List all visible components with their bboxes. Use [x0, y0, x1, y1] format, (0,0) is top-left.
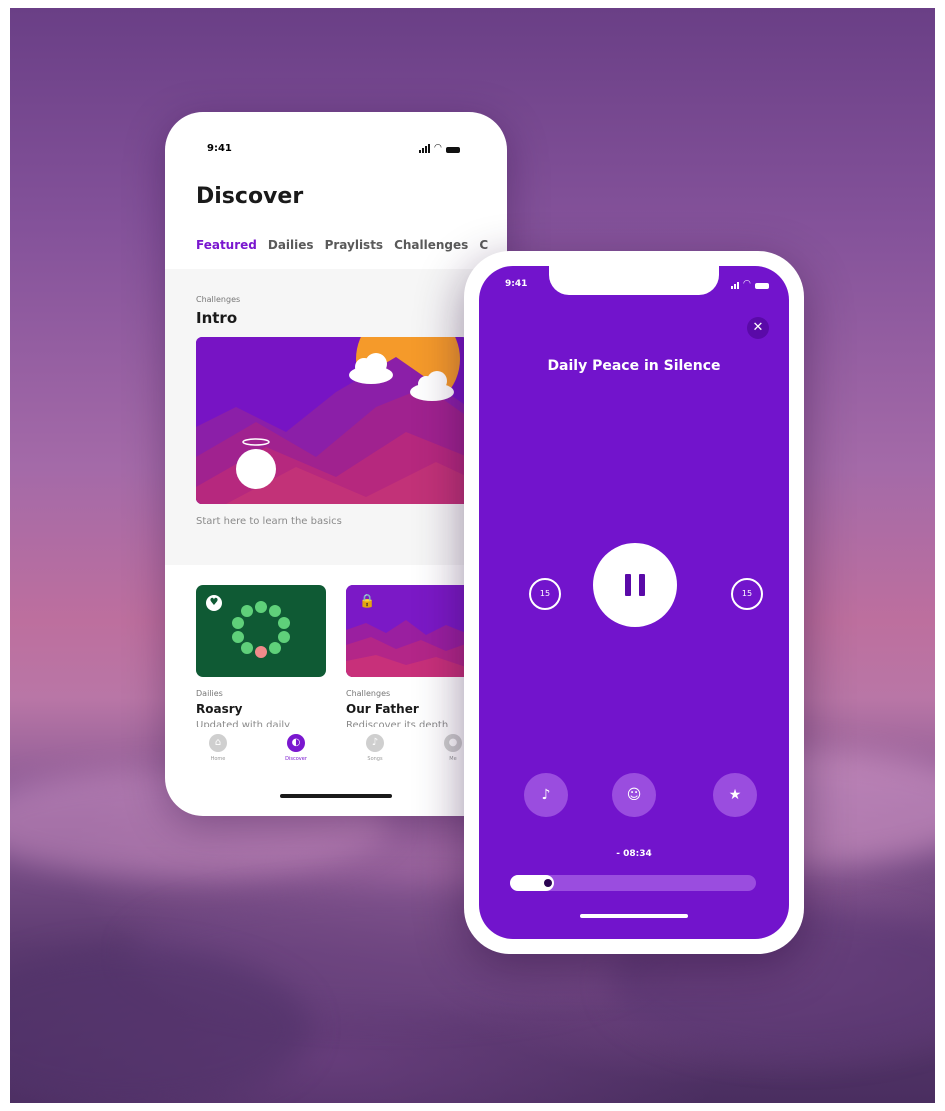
our-father-description: Rediscover its depth [346, 720, 449, 727]
background-sky: 9:41 ◠ Discover Featured Dailies Praylis… [10, 8, 935, 1103]
battery-icon [445, 147, 460, 153]
status-time: 9:41 [207, 143, 232, 154]
our-father-title: Our Father [346, 702, 419, 716]
forward-icon: 15 [741, 589, 753, 598]
progress-knob[interactable] [544, 879, 552, 887]
music-note-icon: ♪ [541, 787, 551, 803]
battery-icon [754, 283, 769, 289]
status-icons: ◠ [419, 144, 460, 153]
mountain-illustration [196, 337, 468, 504]
tab-dailies[interactable]: Dailies [268, 238, 314, 252]
forward-button[interactable]: 15 [731, 578, 763, 610]
wifi-icon: ◠ [743, 279, 751, 289]
track-title: Daily Peace in Silence [547, 358, 721, 374]
rosary-title: Roasry [196, 702, 243, 716]
our-father-category: Challenges [346, 689, 391, 698]
profile-icon: ● [444, 734, 462, 752]
nav-home[interactable]: ⌂ Home [188, 734, 248, 762]
guide-button[interactable]: ☺ [612, 773, 656, 817]
home-icon: ⌂ [209, 734, 227, 752]
tab-challenges[interactable]: Challenges [394, 238, 468, 252]
featured-title: Intro [196, 309, 238, 327]
featured-description: Start here to learn the basics [196, 516, 342, 527]
music-button[interactable]: ♪ [524, 773, 568, 817]
rosary-category: Dailies [196, 689, 223, 698]
category-tabs: Featured Dailies Praylists Challenges C [196, 238, 488, 252]
rosary-description: Updated with daily [196, 720, 291, 727]
nav-discover-label: Discover [285, 756, 307, 762]
nav-songs[interactable]: ♪ Songs [345, 734, 405, 762]
player-phone: 9:41 ◠ ✕ Daily Peace in Silence 15 15 ♪ … [464, 251, 804, 954]
signal-icon [731, 282, 739, 289]
favorite-button[interactable]: ★ [713, 773, 757, 817]
lock-icon: 🔒 [359, 594, 376, 609]
pause-button[interactable] [593, 543, 677, 627]
tab-overflow[interactable]: C [479, 238, 488, 252]
featured-intro-card[interactable] [196, 337, 468, 504]
discover-icon: ◐ [287, 734, 305, 752]
nav-discover[interactable]: ◐ Discover [266, 734, 326, 762]
star-icon: ★ [728, 787, 742, 803]
rewind-icon: 15 [539, 589, 551, 598]
songs-icon: ♪ [366, 734, 384, 752]
discover-phone: 9:41 ◠ Discover Featured Dailies Praylis… [165, 112, 507, 816]
home-indicator[interactable] [280, 794, 392, 798]
tab-praylists[interactable]: Praylists [325, 238, 384, 252]
player-screen: 9:41 ◠ ✕ Daily Peace in Silence 15 15 ♪ … [479, 266, 789, 939]
character-shape [236, 449, 276, 489]
progress-slider[interactable] [510, 875, 756, 891]
bottom-navigation: ⌂ Home ◐ Discover ♪ Songs ● Me [165, 734, 507, 774]
nav-home-label: Home [210, 756, 226, 762]
player-status-icons: ◠ [731, 280, 769, 289]
nav-songs-label: Songs [367, 756, 383, 762]
phone-notch [549, 266, 719, 295]
home-indicator[interactable] [580, 914, 688, 918]
signal-icon [419, 144, 430, 153]
rosary-beads-illustration [232, 601, 290, 658]
wifi-icon: ◠ [434, 143, 442, 153]
close-button[interactable]: ✕ [747, 317, 769, 339]
player-status-time: 9:41 [505, 279, 528, 289]
page-title: Discover [196, 184, 304, 209]
time-remaining: - 08:34 [616, 849, 652, 859]
tab-featured[interactable]: Featured [196, 238, 257, 252]
featured-category: Challenges [196, 295, 241, 304]
rewind-button[interactable]: 15 [529, 578, 561, 610]
close-icon: ✕ [752, 320, 764, 335]
rosary-card[interactable]: ♥ [196, 585, 326, 677]
guide-icon: ☺ [626, 787, 642, 803]
